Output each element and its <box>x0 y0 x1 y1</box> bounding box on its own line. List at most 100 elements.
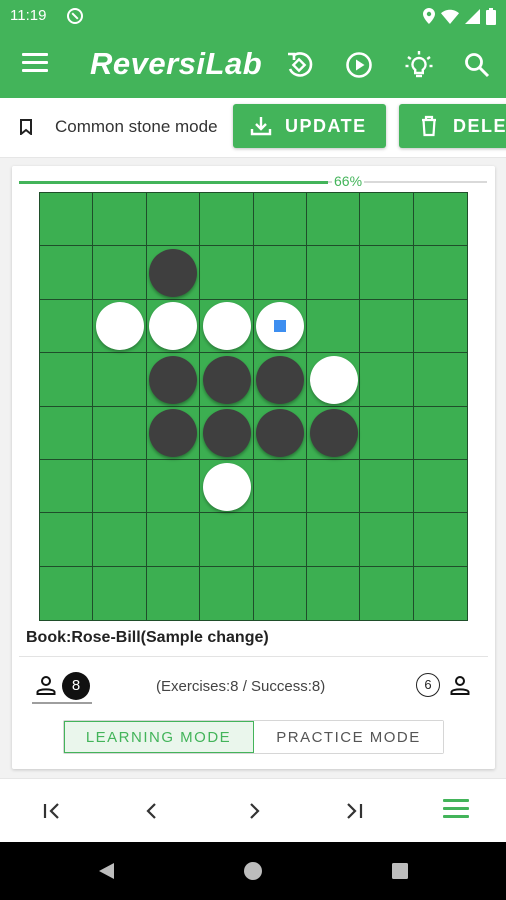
bottom-navigation <box>0 778 506 842</box>
progress-fill <box>19 181 328 184</box>
board-cell[interactable] <box>40 513 94 567</box>
board-cell[interactable] <box>360 246 414 300</box>
black-stone <box>202 355 251 404</box>
move-list-menu-icon[interactable] <box>443 799 469 821</box>
board-cell[interactable] <box>93 406 147 460</box>
board-cell[interactable] <box>40 193 94 247</box>
back-icon[interactable] <box>95 860 117 882</box>
board-cell[interactable] <box>93 459 147 514</box>
board-cell[interactable] <box>93 566 147 620</box>
board-cell[interactable] <box>253 513 307 567</box>
next-move-icon[interactable] <box>239 797 269 825</box>
board-cell[interactable] <box>93 513 147 567</box>
board-cell[interactable] <box>360 353 414 407</box>
delete-label: DELETE <box>453 115 506 136</box>
board-cell[interactable] <box>360 566 414 620</box>
board-cell[interactable] <box>360 513 414 567</box>
board-cell[interactable] <box>360 406 414 460</box>
play-icon[interactable] <box>344 50 374 80</box>
update-button[interactable]: UPDATE <box>233 104 386 148</box>
person-icon <box>36 676 56 695</box>
board-cell[interactable] <box>200 566 254 620</box>
bookmark-icon[interactable] <box>20 119 32 135</box>
black-player: 8 <box>32 670 94 704</box>
update-label: UPDATE <box>285 115 367 136</box>
delete-button[interactable]: DELETE <box>399 104 506 148</box>
first-move-icon[interactable] <box>37 797 67 825</box>
board-cell[interactable] <box>413 460 467 514</box>
board-cell[interactable] <box>200 513 254 567</box>
board-cell[interactable] <box>253 246 307 300</box>
practice-mode-button[interactable]: PRACTICE MODE <box>254 721 443 753</box>
black-stone <box>202 409 251 458</box>
white-player: 6 <box>416 672 476 700</box>
board-cell[interactable] <box>413 407 467 460</box>
board-cell[interactable] <box>306 459 361 514</box>
board-cell[interactable] <box>40 299 94 354</box>
board-cell[interactable] <box>40 566 94 620</box>
board-cell[interactable] <box>306 193 361 247</box>
white-count-badge: 6 <box>416 673 440 697</box>
board-cell[interactable] <box>413 353 467 407</box>
board-cell[interactable] <box>254 566 307 620</box>
board-cell[interactable] <box>413 193 467 247</box>
board-cell[interactable] <box>200 193 254 247</box>
signal-icon <box>465 8 480 24</box>
board-cell[interactable] <box>146 513 201 567</box>
board-cell[interactable] <box>93 193 147 247</box>
board-cell[interactable] <box>413 246 467 300</box>
board-cell[interactable] <box>306 513 361 567</box>
home-icon[interactable] <box>242 860 264 882</box>
board-cell[interactable] <box>307 566 361 620</box>
last-move-marker <box>274 320 287 333</box>
board-card: 66% Book:Rose-Bill(Sample change) 8 (Exe… <box>12 166 495 769</box>
board-cell[interactable] <box>40 246 94 300</box>
board-cell[interactable] <box>147 566 201 620</box>
trash-icon <box>422 115 436 137</box>
board-cell[interactable] <box>306 299 361 354</box>
recents-icon[interactable] <box>389 860 411 882</box>
white-stone <box>309 355 358 404</box>
battery-icon <box>486 7 496 25</box>
board-cell[interactable] <box>40 406 94 460</box>
search-icon[interactable] <box>462 50 492 80</box>
reversi-board[interactable] <box>39 192 468 621</box>
rotate-board-icon[interactable] <box>284 50 314 80</box>
action-row: Common stone mode UPDATE DELETE <box>0 98 506 158</box>
board-cell[interactable] <box>146 193 201 247</box>
board-cell[interactable] <box>40 459 94 514</box>
board-cell[interactable] <box>40 353 94 407</box>
board-cell[interactable] <box>360 299 414 354</box>
black-stone <box>309 409 358 458</box>
download-icon <box>250 117 272 136</box>
app-title: ReversiLab <box>90 46 263 81</box>
board-cell[interactable] <box>413 300 467 354</box>
board-cell[interactable] <box>360 193 414 247</box>
white-stone <box>202 462 251 511</box>
white-stone <box>202 302 251 351</box>
location-icon <box>423 8 435 24</box>
turn-indicator <box>32 702 92 704</box>
content-area: 66% Book:Rose-Bill(Sample change) 8 (Exe… <box>0 158 506 778</box>
board-cell[interactable] <box>200 246 254 300</box>
progress-label: 66% <box>332 173 365 189</box>
board-cell[interactable] <box>413 513 467 567</box>
status-icons <box>423 7 496 25</box>
previous-move-icon[interactable] <box>137 797 167 825</box>
board-cell[interactable] <box>253 193 307 247</box>
menu-button[interactable] <box>22 53 48 75</box>
system-navigation-bar <box>0 842 506 900</box>
person-icon <box>450 676 470 695</box>
board-cell[interactable] <box>253 459 307 514</box>
board-cell[interactable] <box>360 459 414 514</box>
status-bar: 11:19 <box>0 0 506 32</box>
black-stone <box>256 355 305 404</box>
last-move-icon[interactable] <box>339 797 369 825</box>
learning-mode-button[interactable]: LEARNING MODE <box>64 721 254 753</box>
board-cell[interactable] <box>306 246 361 300</box>
board-cell[interactable] <box>93 246 147 300</box>
lightbulb-icon[interactable] <box>404 50 434 80</box>
board-cell[interactable] <box>93 353 147 407</box>
board-cell[interactable] <box>146 459 201 514</box>
board-cell[interactable] <box>414 567 467 620</box>
